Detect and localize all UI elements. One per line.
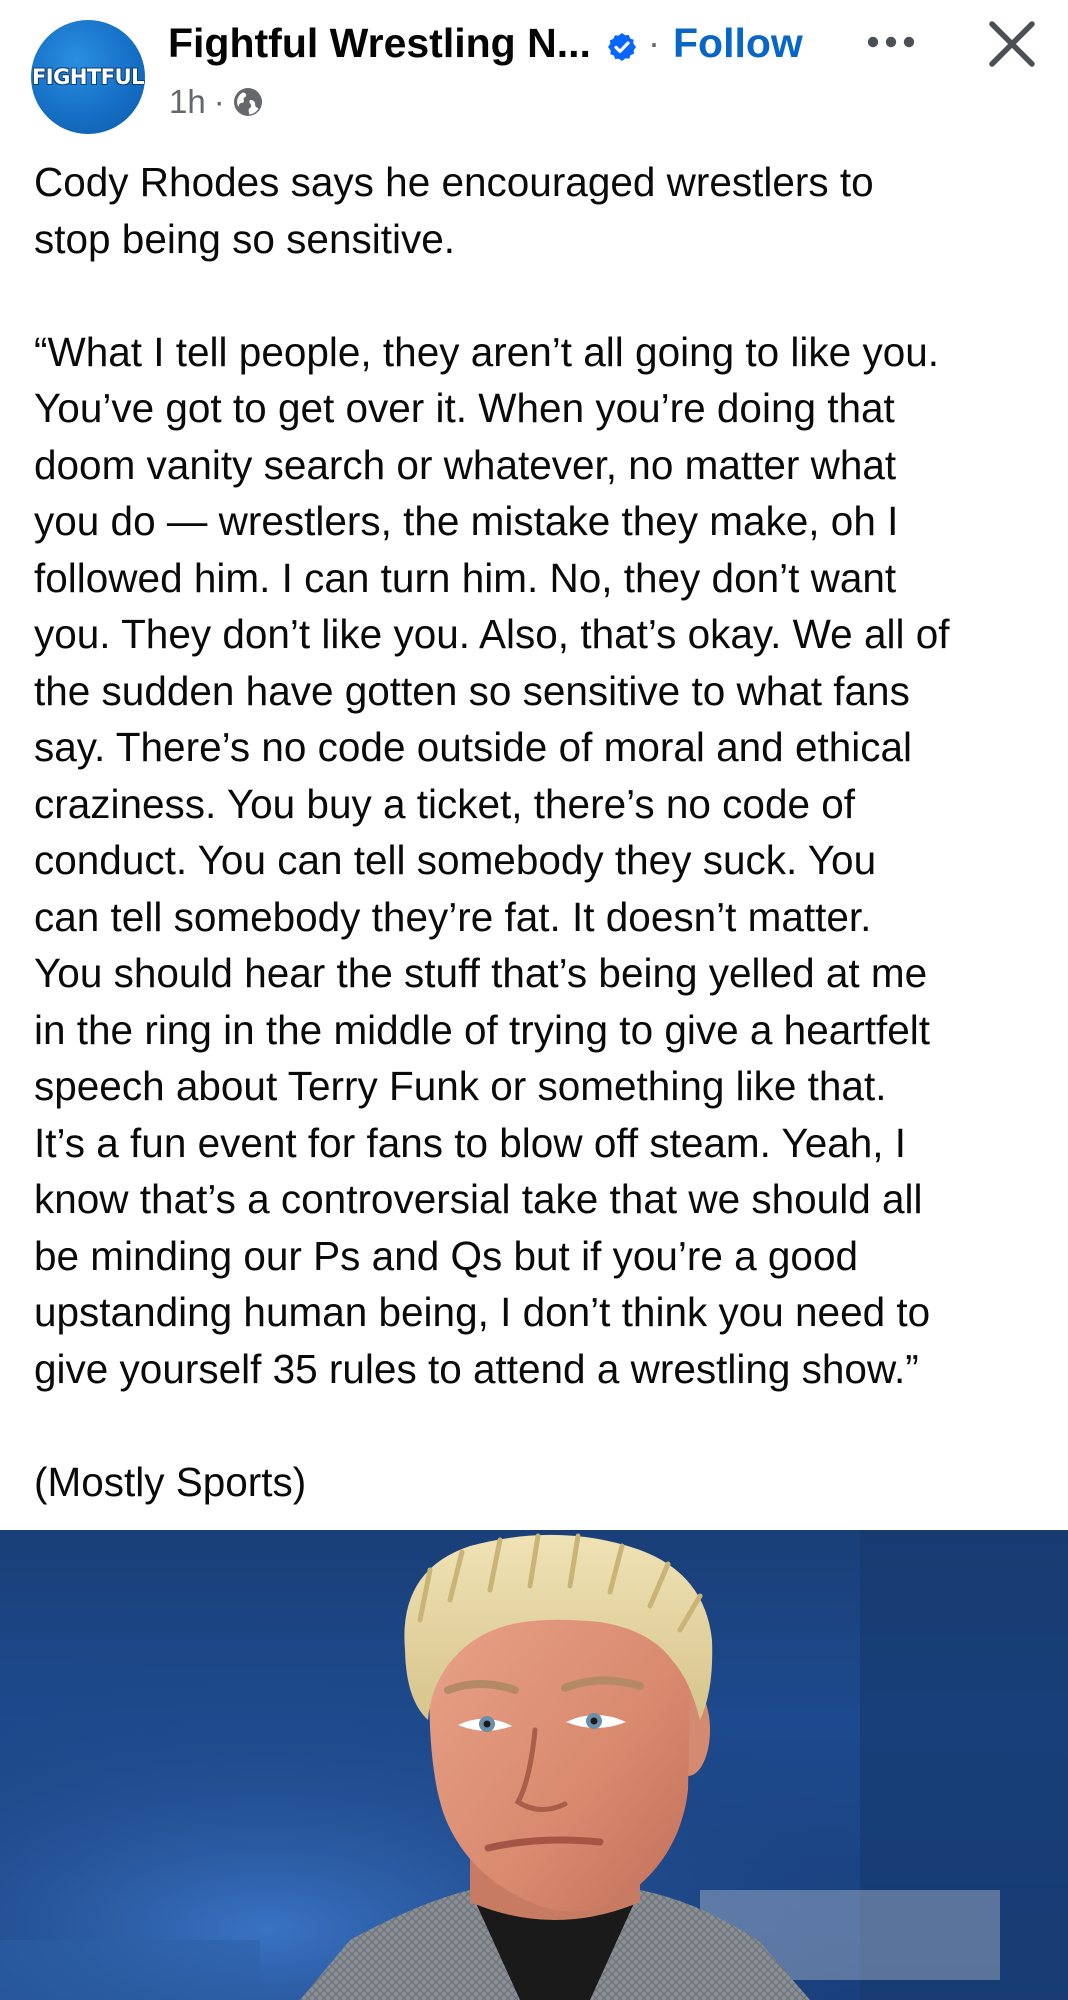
post-text-line: can tell somebody they’re fat. It doesn’…: [34, 893, 872, 940]
post-text-line: upstanding human being, I don’t think yo…: [34, 1289, 931, 1335]
meta-separator: ·: [213, 83, 225, 120]
post-text-line: give yourself 35 rules to attend a wrest…: [34, 1345, 919, 1392]
follow-button[interactable]: Follow: [673, 20, 803, 67]
post-text-line: you do — wrestlers, the mistake they mak…: [34, 498, 899, 544]
post-text-line: craziness. You buy a ticket, there’s no …: [34, 780, 856, 827]
photo-illustration: [0, 1530, 1068, 2000]
post-photo[interactable]: [0, 1530, 1068, 2000]
post-text-line: “What I tell people, they aren’t all goi…: [34, 328, 940, 375]
post-text-line: stop being so sensitive.: [34, 215, 455, 262]
follow-separator: ·: [648, 22, 660, 63]
post-text-line: be minding our Ps and Qs but if you’re a…: [34, 1232, 859, 1279]
post-source-credit: (Mostly Sports): [34, 1458, 307, 1505]
close-icon[interactable]: [986, 18, 1038, 70]
post-timestamp[interactable]: 1h: [169, 83, 206, 121]
post-meta: 1h ·: [169, 82, 264, 122]
page-name-link[interactable]: Fightful Wrestling N...: [168, 20, 591, 67]
post-text-line: doom vanity search or whatever, no matte…: [34, 441, 897, 488]
post-text-line: You should hear the stuff that’s being y…: [34, 950, 928, 996]
post-text-line: speech about Terry Funk or something lik…: [34, 1063, 887, 1109]
post-text-line: the sudden have gotten so sensitive to w…: [34, 667, 910, 714]
verified-badge-icon: [608, 33, 636, 61]
post-body: Cody Rhodes says he encouraged wrestlers…: [34, 154, 1044, 1510]
globe-icon: [233, 88, 262, 116]
post-header: FIGHTFUL Fightful Wrestling N... · Follo…: [0, 0, 1068, 150]
post-text-line: in the ring in the middle of trying to g…: [34, 1006, 931, 1053]
avatar-logo-text: FIGHTFUL: [31, 65, 145, 89]
post-text-line: know that’s a controversial take that we…: [34, 1176, 923, 1222]
more-options-icon[interactable]: [861, 22, 921, 62]
post-text-line: It’s a fun event for fans to blow off st…: [34, 1119, 907, 1166]
post-text-line: followed him. I can turn him. No, they d…: [34, 554, 897, 601]
post-text-line: say. There’s no code outside of moral an…: [34, 724, 913, 770]
post-text-line: you. They don’t like you. Also, that’s o…: [34, 611, 950, 657]
post-text-line: conduct. You can tell somebody they suck…: [34, 837, 877, 883]
post-text-line: Cody Rhodes says he encouraged wrestlers…: [34, 159, 874, 205]
post-text-line: You’ve got to get over it. When you’re d…: [34, 385, 895, 431]
page-avatar[interactable]: FIGHTFUL: [31, 20, 145, 134]
